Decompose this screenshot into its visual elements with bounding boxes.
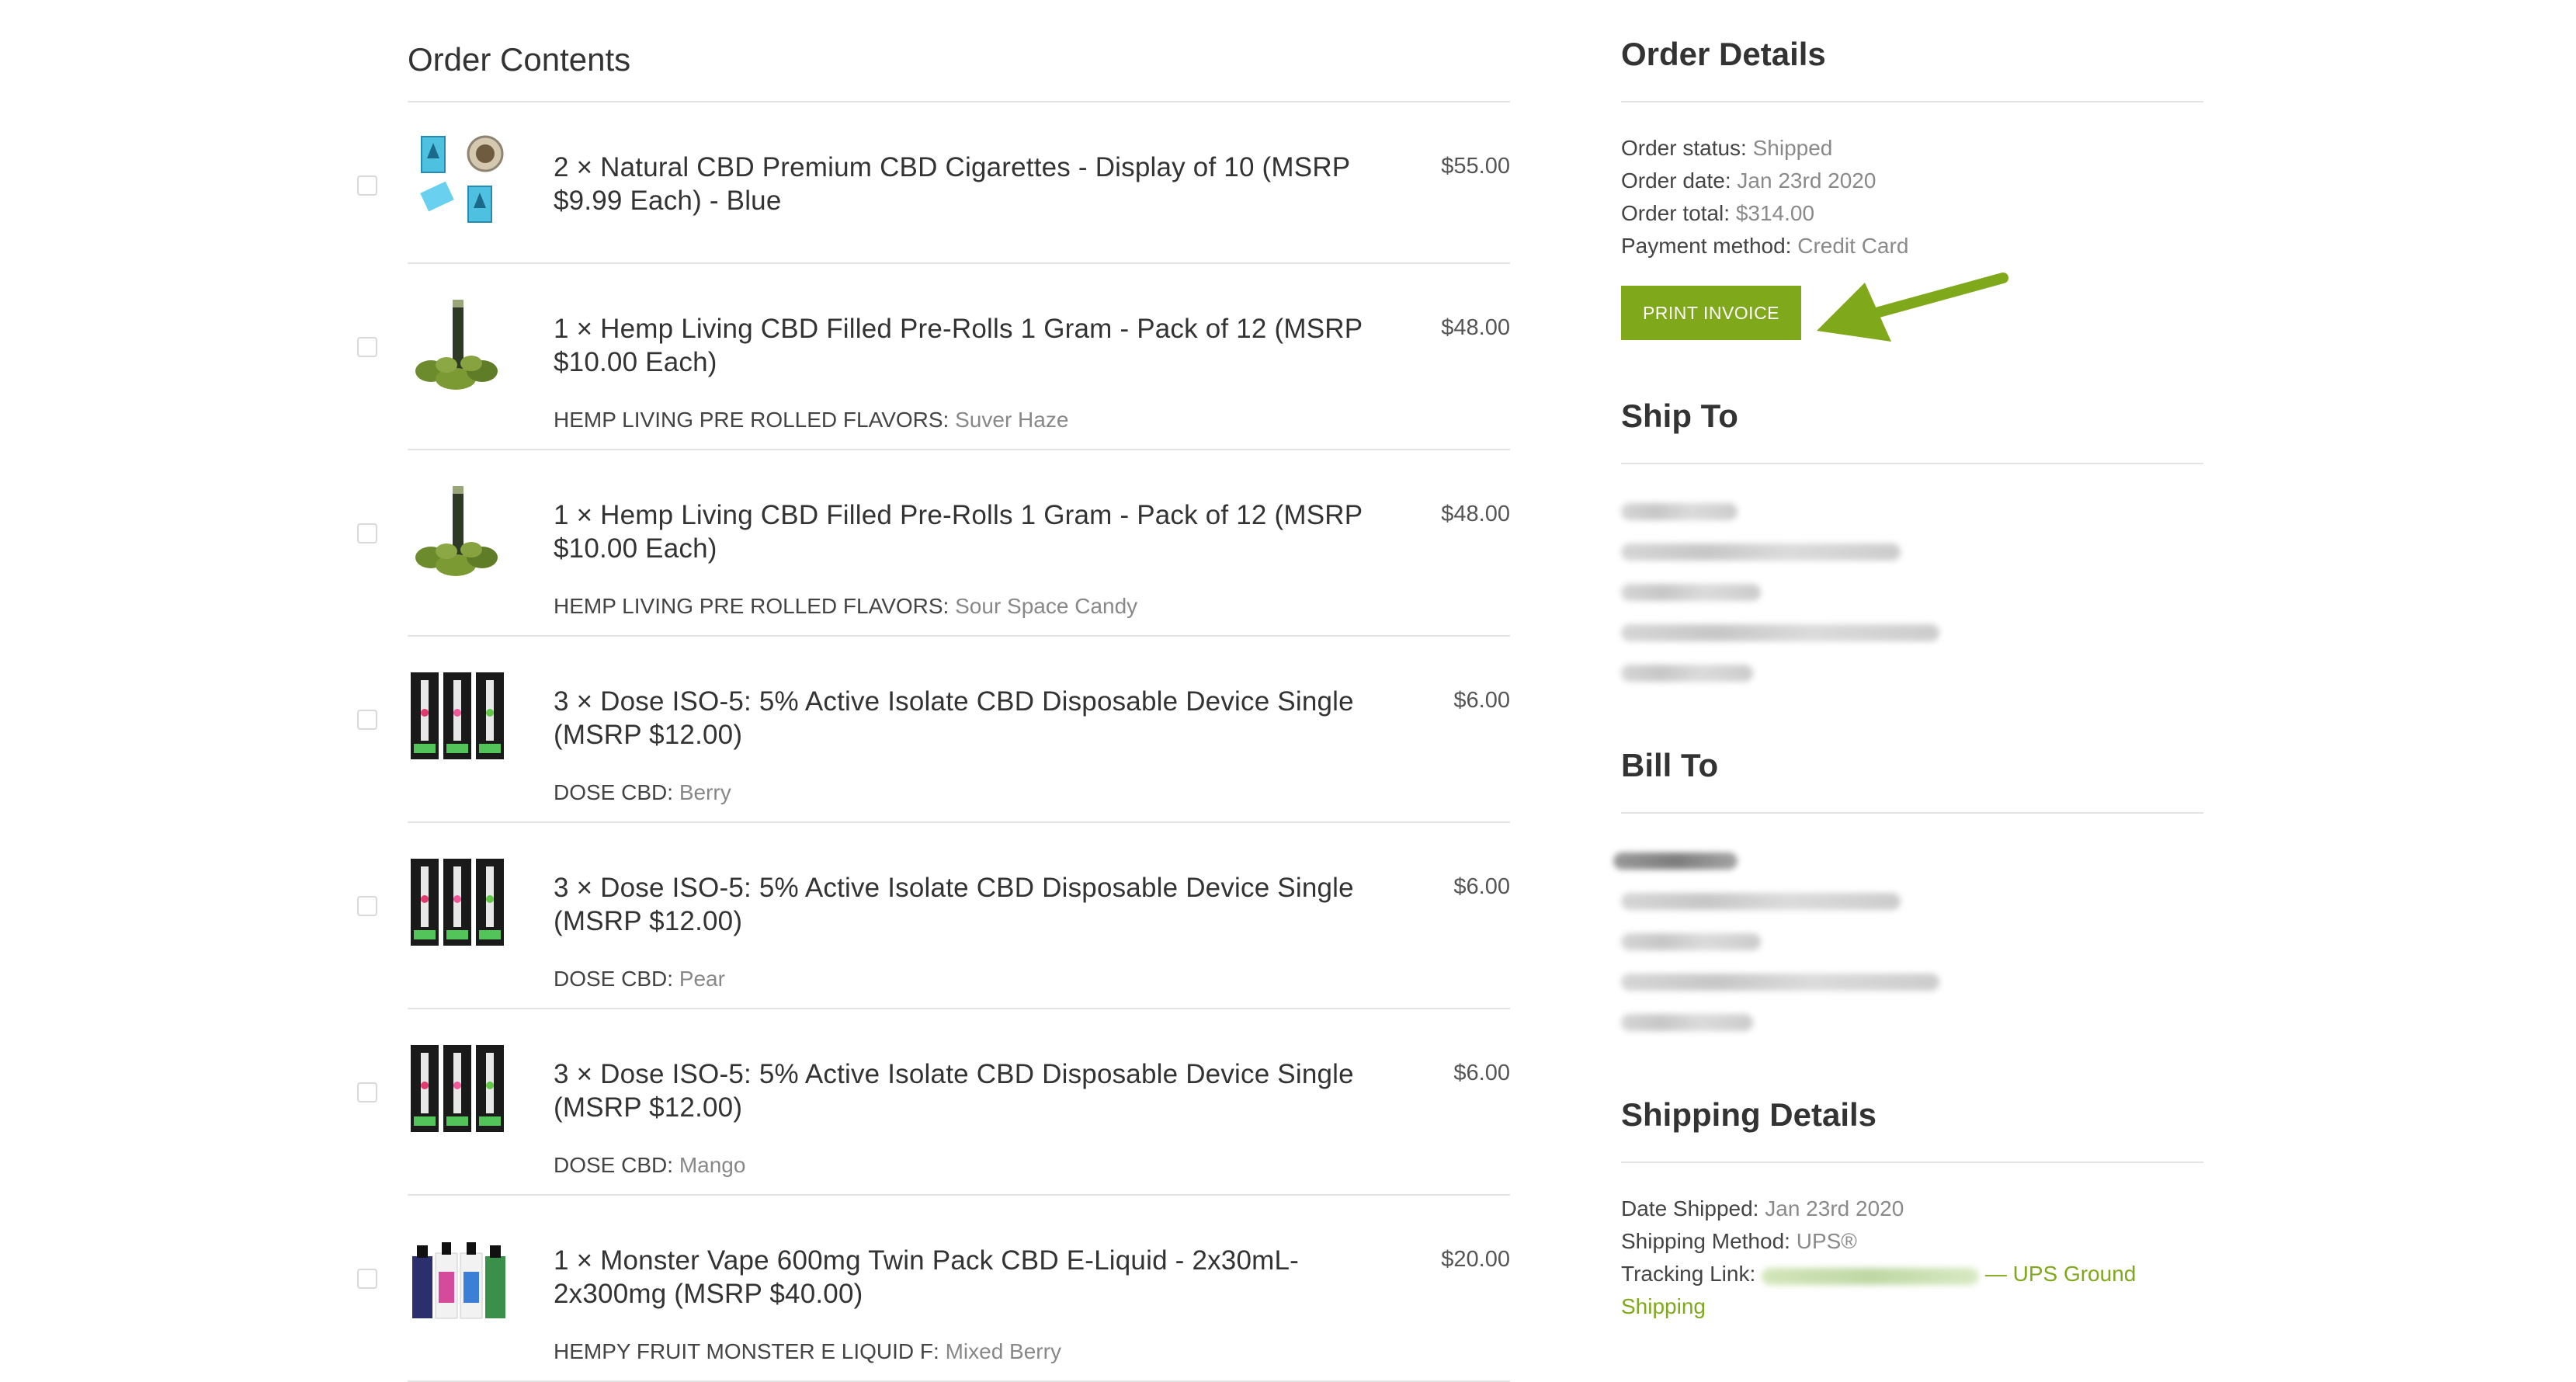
bill-to-name-redacted bbox=[1613, 852, 1738, 870]
item-option-label: HEMP LIVING PRE ROLLED FLAVORS: bbox=[554, 408, 950, 432]
item-select-checkbox[interactable] bbox=[357, 896, 377, 916]
item-select-checkbox[interactable] bbox=[357, 523, 377, 543]
tracking-number-redacted[interactable] bbox=[1762, 1267, 1980, 1285]
bill-to-company-redacted bbox=[1621, 893, 1901, 910]
item-title: 1 × Monster Vape 600mg Twin Pack CBD E-L… bbox=[554, 1245, 1300, 1309]
item-select-checkbox[interactable] bbox=[357, 175, 377, 196]
item-title: 3 × Dose ISO-5: 5% Active Isolate CBD Di… bbox=[554, 1059, 1354, 1123]
order-contents-title: Order Contents bbox=[408, 0, 1510, 102]
item-option: DOSE CBD: Mango bbox=[554, 1153, 745, 1178]
order-items-list: 2 × Natural CBD Premium CBD Cigarettes -… bbox=[357, 102, 1510, 1382]
item-price: $48.00 bbox=[1441, 315, 1510, 340]
item-option-label: DOSE CBD: bbox=[554, 780, 674, 804]
item-option-value: Pear bbox=[679, 967, 725, 991]
item-select-checkbox[interactable] bbox=[357, 710, 377, 730]
item-price: $6.00 bbox=[1453, 874, 1510, 899]
payment-method-value: Credit Card bbox=[1797, 234, 1909, 258]
item-price: $20.00 bbox=[1441, 1247, 1510, 1272]
order-status-value: Shipped bbox=[1752, 136, 1833, 160]
order-contents-section: Order Contents 2 × Natural CBD Premium C… bbox=[357, 0, 1510, 1382]
ship-to-city-redacted bbox=[1621, 624, 1939, 641]
item-title: 3 × Dose ISO-5: 5% Active Isolate CBD Di… bbox=[554, 686, 1354, 750]
bill-to-title: Bill To bbox=[1621, 747, 2203, 814]
pre-roll-thumbnail bbox=[408, 480, 509, 581]
item-select-checkbox[interactable] bbox=[357, 337, 377, 357]
item-title: 2 × Natural CBD Premium CBD Cigarettes -… bbox=[554, 152, 1350, 216]
item-option-value: Sour Space Candy bbox=[955, 594, 1138, 618]
item-option: HEMP LIVING PRE ROLLED FLAVORS: Suver Ha… bbox=[554, 408, 1068, 432]
item-price: $6.00 bbox=[1453, 688, 1510, 713]
item-option-value: Suver Haze bbox=[955, 408, 1069, 432]
order-item-row: 3 × Dose ISO-5: 5% Active Isolate CBD Di… bbox=[357, 1009, 1510, 1196]
shipping-method: Shipping Method: UPS® bbox=[1621, 1225, 1857, 1258]
date-shipped: Date Shipped: Jan 23rd 2020 bbox=[1621, 1193, 1904, 1225]
order-status-label: Order status: bbox=[1621, 136, 1747, 160]
order-total: Order total: $314.00 bbox=[1621, 197, 1814, 230]
item-select-checkbox[interactable] bbox=[357, 1082, 377, 1102]
ship-to-title: Ship To bbox=[1621, 398, 2203, 464]
dose-device-thumbnail bbox=[408, 852, 509, 953]
order-item-row: 1 × Monster Vape 600mg Twin Pack CBD E-L… bbox=[357, 1196, 1510, 1382]
order-status: Order status: Shipped bbox=[1621, 132, 1832, 165]
item-option-label: DOSE CBD: bbox=[554, 967, 674, 991]
item-option-value: Mixed Berry bbox=[945, 1339, 1061, 1363]
order-item-row: 3 × Dose ISO-5: 5% Active Isolate CBD Di… bbox=[357, 637, 1510, 823]
print-invoice-button[interactable]: PRINT INVOICE bbox=[1621, 286, 1801, 340]
order-date: Order date: Jan 23rd 2020 bbox=[1621, 165, 1876, 197]
item-option-value: Mango bbox=[679, 1153, 746, 1177]
shipping-method-label: Shipping Method: bbox=[1621, 1229, 1790, 1253]
order-date-value: Jan 23rd 2020 bbox=[1737, 168, 1876, 193]
bill-to-city-redacted bbox=[1621, 974, 1939, 991]
ship-to-address-redacted bbox=[1621, 584, 1761, 601]
ship-to-country-redacted bbox=[1621, 665, 1753, 682]
order-item-row: 3 × Dose ISO-5: 5% Active Isolate CBD Di… bbox=[357, 823, 1510, 1009]
item-option: DOSE CBD: Pear bbox=[554, 967, 725, 991]
arrow-left-icon bbox=[1817, 273, 2008, 342]
bill-to-country-redacted bbox=[1621, 1014, 1753, 1031]
order-total-label: Order total: bbox=[1621, 201, 1731, 225]
item-option-label: DOSE CBD: bbox=[554, 1153, 674, 1177]
bill-to-address-redacted bbox=[1621, 933, 1761, 950]
item-price: $6.00 bbox=[1453, 1061, 1510, 1085]
item-option-label: HEMPY FRUIT MONSTER E LIQUID F: bbox=[554, 1339, 939, 1363]
item-title: 1 × Hemp Living CBD Filled Pre-Rolls 1 G… bbox=[554, 314, 1363, 377]
shipping-method-value: UPS® bbox=[1796, 1229, 1857, 1253]
date-shipped-value: Jan 23rd 2020 bbox=[1765, 1196, 1904, 1221]
shipping-details-title: Shipping Details bbox=[1621, 1096, 2203, 1163]
item-title: 1 × Hemp Living CBD Filled Pre-Rolls 1 G… bbox=[554, 500, 1363, 564]
tracking-link-continued[interactable]: Shipping bbox=[1621, 1294, 1706, 1318]
item-price: $55.00 bbox=[1441, 154, 1510, 179]
payment-method-label: Payment method: bbox=[1621, 234, 1792, 258]
date-shipped-label: Date Shipped: bbox=[1621, 1196, 1759, 1221]
order-item-row: 1 × Hemp Living CBD Filled Pre-Rolls 1 G… bbox=[357, 450, 1510, 637]
order-total-value: $314.00 bbox=[1735, 201, 1815, 225]
ship-to-company-redacted bbox=[1621, 543, 1901, 561]
e-liquid-thumbnail bbox=[408, 1225, 509, 1326]
cbd-cigarettes-thumbnail bbox=[408, 132, 509, 233]
tracking-number-blur bbox=[1762, 1267, 1980, 1285]
item-option-value: Berry bbox=[679, 780, 731, 804]
tracking-link-row: Tracking Link: — UPS Ground Shipping bbox=[1621, 1258, 2203, 1323]
order-page: Order Contents 2 × Natural CBD Premium C… bbox=[0, 0, 2576, 1382]
order-item-row: 2 × Natural CBD Premium CBD Cigarettes -… bbox=[357, 102, 1510, 264]
item-title: 3 × Dose ISO-5: 5% Active Isolate CBD Di… bbox=[554, 873, 1354, 936]
dose-device-thumbnail bbox=[408, 666, 509, 767]
payment-method: Payment method: Credit Card bbox=[1621, 230, 1908, 262]
item-option: HEMP LIVING PRE ROLLED FLAVORS: Sour Spa… bbox=[554, 594, 1137, 619]
item-select-checkbox[interactable] bbox=[357, 1269, 377, 1289]
pre-roll-thumbnail bbox=[408, 293, 509, 394]
item-option: DOSE CBD: Berry bbox=[554, 780, 731, 805]
item-option-label: HEMP LIVING PRE ROLLED FLAVORS: bbox=[554, 594, 950, 618]
tracking-link[interactable]: — UPS Ground bbox=[1985, 1262, 2137, 1286]
tracking-link-label: Tracking Link: bbox=[1621, 1262, 1756, 1286]
dose-device-thumbnail bbox=[408, 1039, 509, 1140]
ship-to-name-redacted bbox=[1621, 503, 1738, 520]
order-date-label: Order date: bbox=[1621, 168, 1731, 193]
item-price: $48.00 bbox=[1441, 502, 1510, 526]
order-details-title: Order Details bbox=[1621, 36, 2203, 102]
order-item-row: 1 × Hemp Living CBD Filled Pre-Rolls 1 G… bbox=[357, 264, 1510, 450]
item-option: HEMPY FRUIT MONSTER E LIQUID F: Mixed Be… bbox=[554, 1339, 1061, 1364]
